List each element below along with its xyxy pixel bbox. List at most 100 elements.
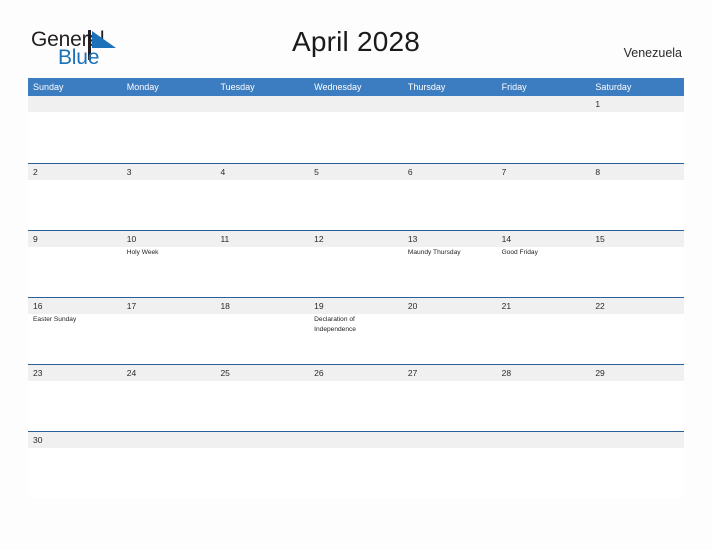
day-number[interactable]: 23: [28, 365, 122, 381]
weekday-header-friday: Friday: [501, 82, 527, 92]
day-cell: [590, 180, 684, 230]
day-events-strip: [28, 448, 684, 498]
day-cell: [28, 112, 122, 162]
day-cell: [590, 381, 684, 431]
calendar-week-row: 1: [28, 96, 684, 163]
day-cell: [122, 381, 216, 431]
day-number[interactable]: 6: [403, 164, 497, 180]
day-number[interactable]: 12: [309, 231, 403, 247]
day-events-strip: [28, 180, 684, 230]
day-number[interactable]: 3: [122, 164, 216, 180]
day-cell: [215, 314, 309, 364]
weekday-header-sunday: Sunday: [33, 82, 64, 92]
day-cell: [497, 448, 591, 498]
day-cell: [497, 381, 591, 431]
day-number-empty: [309, 96, 403, 112]
day-number-empty: [215, 96, 309, 112]
day-cell: [590, 314, 684, 364]
day-number[interactable]: 29: [590, 365, 684, 381]
day-number-empty: [28, 96, 122, 112]
day-number[interactable]: 22: [590, 298, 684, 314]
day-number-strip: 2345678: [28, 164, 684, 180]
day-number[interactable]: 24: [122, 365, 216, 381]
day-number[interactable]: 8: [590, 164, 684, 180]
calendar-week-row: 16 17 18 19 20 21 22 Easter Sunday Declaration o…: [28, 297, 684, 364]
calendar-week-row: 23 24 25 26 27 28 29: [28, 364, 684, 431]
day-number[interactable]: 7: [497, 164, 591, 180]
holiday-event: Holy Week: [126, 249, 159, 256]
day-number-empty: [309, 432, 403, 448]
day-number-strip: 30: [28, 432, 684, 448]
day-number-empty: [590, 432, 684, 448]
day-number-empty: [215, 432, 309, 448]
day-number-strip: 9 10 11 12 13 14 15: [28, 231, 684, 247]
calendar-week-row: 2345678: [28, 163, 684, 230]
day-cell: Easter Sunday: [28, 314, 122, 364]
page-title: April 2028: [291, 26, 421, 57]
day-number-strip: 1: [28, 96, 684, 112]
day-number-empty: [403, 432, 497, 448]
page-header: General Blue April 2028 Venezuela: [0, 0, 712, 78]
day-number-empty: [122, 432, 216, 448]
weekday-header-row: Sunday Monday Tuesday Wednesday Thursday…: [28, 78, 684, 96]
weekday-header-tuesday: Tuesday: [220, 82, 255, 92]
day-number[interactable]: 25: [215, 365, 309, 381]
day-number[interactable]: 5: [309, 164, 403, 180]
calendar-week-row: 30: [28, 431, 684, 498]
day-cell: [215, 180, 309, 230]
holiday-event: Easter Sunday: [33, 316, 77, 323]
holiday-event: Declaration of Independence: [314, 316, 356, 333]
calendar-week-row: 9 10 11 12 13 14 15 Holy Week Maundy Thursday Goo…: [28, 230, 684, 297]
day-number[interactable]: 10: [122, 231, 216, 247]
day-cell: Declaration of Independence: [309, 314, 403, 364]
day-cell: [309, 112, 403, 162]
day-cell: [28, 448, 122, 498]
day-cell: [28, 381, 122, 431]
calendar-page: General Blue April 2028 Venezuela Sunday…: [0, 0, 712, 550]
day-cell: [215, 247, 309, 297]
day-cell: [403, 180, 497, 230]
country-label: Venezuela: [623, 46, 682, 60]
day-cell: [590, 448, 684, 498]
day-cell: [309, 247, 403, 297]
day-number[interactable]: 13: [403, 231, 497, 247]
day-number[interactable]: 4: [215, 164, 309, 180]
day-cell: [403, 448, 497, 498]
day-cell: [28, 247, 122, 297]
day-number[interactable]: 20: [403, 298, 497, 314]
day-number-strip: 23 24 25 26 27 28 29: [28, 365, 684, 381]
day-cell: [215, 448, 309, 498]
day-number[interactable]: 18: [215, 298, 309, 314]
day-cell: [309, 180, 403, 230]
day-cell: [28, 180, 122, 230]
day-events-strip: [28, 112, 684, 162]
day-cell: [403, 314, 497, 364]
day-number-empty: [122, 96, 216, 112]
day-number[interactable]: 15: [590, 231, 684, 247]
day-number[interactable]: 16: [28, 298, 122, 314]
day-number[interactable]: 19: [309, 298, 403, 314]
day-cell: [497, 180, 591, 230]
calendar-weeks: 1 2 3 4 5 6 7 8 9 10 11 12 13 14 15 Holy Week Maundy Thu…: [28, 96, 684, 498]
holiday-event: Good Friday: [501, 249, 538, 256]
day-number[interactable]: 14: [497, 231, 591, 247]
day-cell: [497, 112, 591, 162]
day-number[interactable]: 30: [28, 432, 122, 448]
day-number-empty: [497, 96, 591, 112]
day-events-strip: [28, 381, 684, 431]
calendar-grid: Sunday Monday Tuesday Wednesday Thursday…: [28, 78, 684, 498]
weekday-header-wednesday: Wednesday: [314, 82, 362, 92]
day-number[interactable]: 11: [215, 231, 309, 247]
day-number-empty: [497, 432, 591, 448]
day-number[interactable]: 28: [497, 365, 591, 381]
day-number[interactable]: 1: [590, 96, 684, 112]
day-number[interactable]: 17: [122, 298, 216, 314]
day-number[interactable]: 27: [403, 365, 497, 381]
day-cell: [122, 112, 216, 162]
day-number[interactable]: 26: [309, 365, 403, 381]
day-number[interactable]: 21: [497, 298, 591, 314]
day-number[interactable]: 9: [28, 231, 122, 247]
day-number[interactable]: 2: [28, 164, 122, 180]
day-cell: [309, 448, 403, 498]
day-cell: [403, 112, 497, 162]
